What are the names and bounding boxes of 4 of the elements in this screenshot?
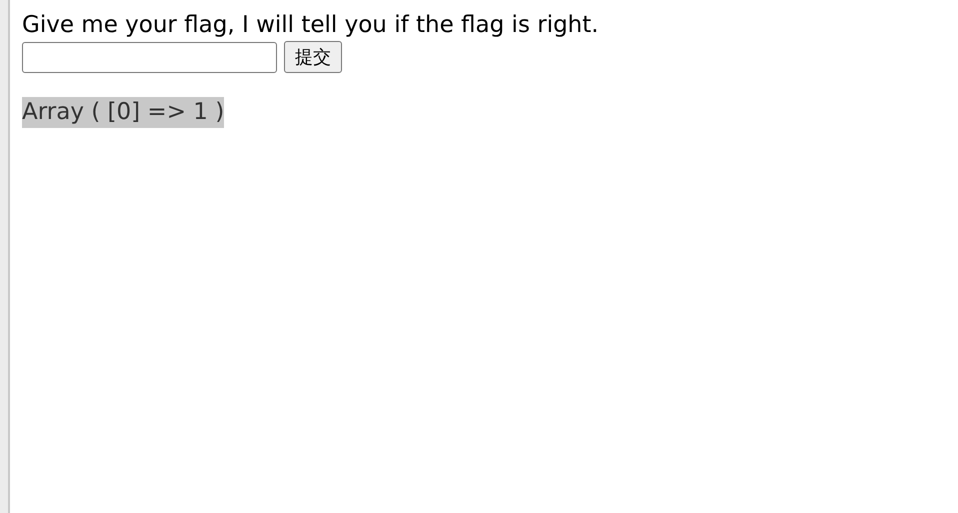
submit-button[interactable]: 提交	[284, 41, 342, 73]
flag-input-field[interactable]	[22, 42, 277, 72]
result-output: Array ( [0] => 1 )	[22, 97, 224, 128]
prompt-text: Give me your flag, I will tell you if the flag is right.	[22, 11, 599, 40]
